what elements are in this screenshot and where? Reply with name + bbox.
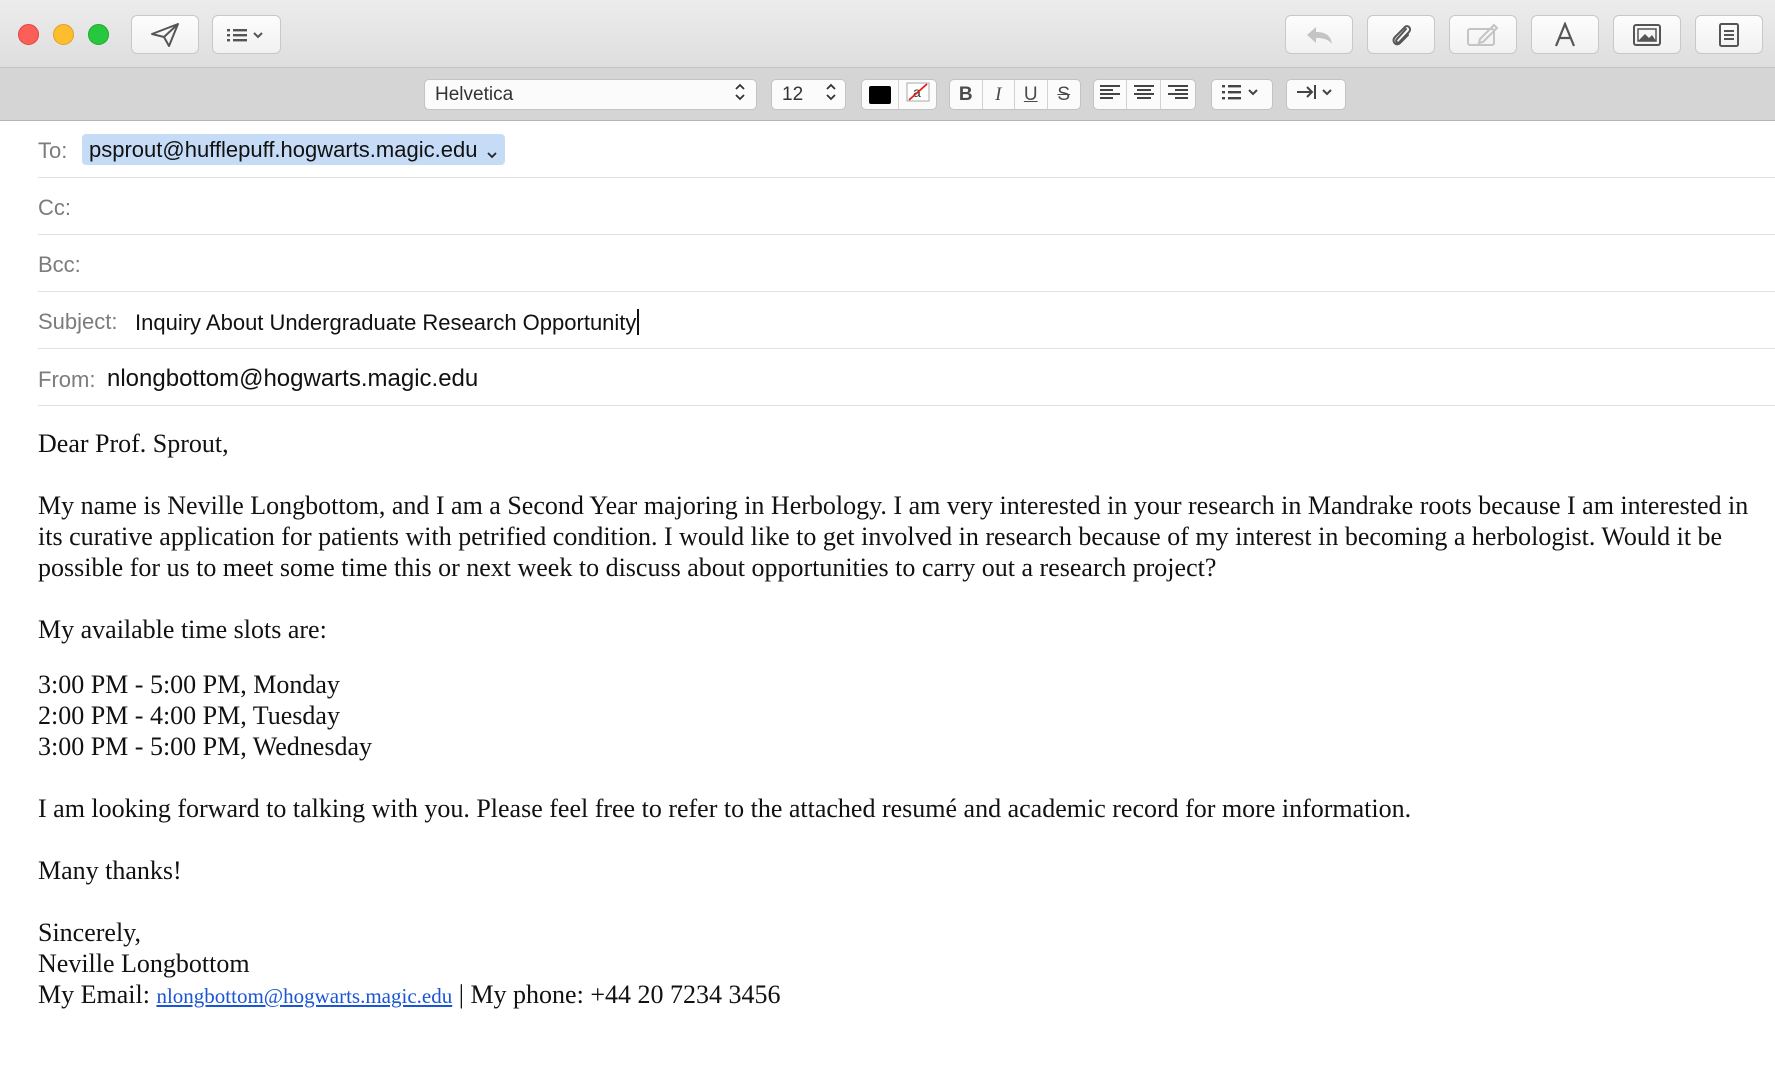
mail-compose-window: Helvetica 12 a B I U S <box>0 0 1775 1073</box>
reply-arrow-icon <box>1304 24 1334 46</box>
photo-browser-icon <box>1632 23 1662 47</box>
bcc-field-row[interactable]: Bcc: <box>38 235 1775 292</box>
from-select[interactable]: nlongbottom@hogwarts.magic.edu <box>107 365 478 393</box>
align-left-icon <box>1100 84 1121 106</box>
send-button[interactable] <box>131 15 199 54</box>
stationery-icon <box>1717 22 1741 48</box>
indent-arrow-icon <box>1295 83 1337 107</box>
slots-intro: My available time slots are: <box>38 615 327 644</box>
attach-button[interactable] <box>1367 15 1435 54</box>
format-bar: Helvetica 12 a B I U S <box>0 67 1775 121</box>
align-center-icon <box>1133 84 1154 106</box>
bulleted-list-icon <box>1221 83 1263 107</box>
underline-button[interactable]: U <box>1015 80 1048 109</box>
align-left-button[interactable] <box>1094 80 1128 109</box>
header-fields-button[interactable] <box>212 15 281 54</box>
align-right-button[interactable] <box>1161 80 1195 109</box>
email-link[interactable]: nlongbottom@hogwarts.magic.edu <box>156 984 452 1008</box>
bcc-label: Bcc: <box>38 252 81 277</box>
text-style-controls: B I U S <box>949 79 1081 110</box>
message-body[interactable]: Dear Prof. Sprout, My name is Neville Lo… <box>38 428 1758 1012</box>
from-field-row: From: nlongbottom@hogwarts.magic.edu <box>38 349 1775 406</box>
phone-text: | My phone: +44 20 7234 3456 <box>452 980 781 1009</box>
font-family-value: Helvetica <box>435 83 514 105</box>
no-background-color-icon: a <box>906 82 930 108</box>
markup-pen-icon <box>1466 23 1500 47</box>
paper-plane-icon <box>150 22 180 48</box>
chevron-down-icon <box>486 136 497 167</box>
greeting: Dear Prof. Sprout, <box>38 429 229 458</box>
up-down-chevron-icon <box>825 82 845 108</box>
text-color-button[interactable] <box>862 80 900 109</box>
list-chevron-icon <box>225 25 269 45</box>
list-style-button[interactable] <box>1212 80 1272 109</box>
reply-button[interactable] <box>1285 15 1353 54</box>
signature-contact: My Email: nlongbottom@hogwarts.magic.edu… <box>38 979 1758 1012</box>
text-cursor <box>637 309 640 335</box>
close-window-button[interactable] <box>18 24 39 45</box>
italic-button[interactable]: I <box>983 80 1015 109</box>
email-prefix: My Email: <box>38 980 157 1009</box>
signoff: Sincerely, <box>38 918 141 947</box>
photo-browser-button[interactable] <box>1613 15 1681 54</box>
color-controls: a <box>861 79 937 110</box>
minimize-window-button[interactable] <box>53 24 74 45</box>
font-family-select[interactable]: Helvetica <box>424 79 757 110</box>
time-slot: 2:00 PM - 4:00 PM, Tuesday <box>38 701 340 730</box>
text-color-swatch <box>869 85 891 104</box>
to-label: To: <box>38 138 68 163</box>
time-slot: 3:00 PM - 5:00 PM, Monday <box>38 670 340 699</box>
time-slot: 3:00 PM - 5:00 PM, Wednesday <box>38 732 372 761</box>
list-controls <box>1211 79 1273 110</box>
to-field-row: To: psprout@hufflepuff.hogwarts.magic.ed… <box>38 121 1775 178</box>
align-center-button[interactable] <box>1127 80 1161 109</box>
alignment-controls <box>1093 79 1196 110</box>
strikethrough-button[interactable]: S <box>1048 80 1080 109</box>
font-size-select[interactable]: 12 <box>771 79 846 110</box>
window-toolbar <box>0 0 1775 67</box>
subject-input[interactable]: Inquiry About Undergraduate Research Opp… <box>135 309 640 336</box>
font-size-value: 12 <box>782 83 804 105</box>
thanks-line: Many thanks! <box>38 856 182 885</box>
indent-controls <box>1286 79 1346 110</box>
paperclip-icon <box>1388 21 1414 49</box>
body-paragraph-2: I am looking forward to talking with you… <box>38 794 1412 823</box>
cc-field-row[interactable]: Cc: <box>38 178 1775 235</box>
signature-name: Neville Longbottom <box>38 949 250 978</box>
zoom-window-button[interactable] <box>88 24 109 45</box>
subject-text: Inquiry About Undergraduate Research Opp… <box>135 310 637 335</box>
background-color-button[interactable]: a <box>899 80 936 109</box>
cc-label: Cc: <box>38 195 71 220</box>
to-recipient-address: psprout@hufflepuff.hogwarts.magic.edu <box>89 137 478 162</box>
from-label: From: <box>38 367 96 392</box>
stationery-button[interactable] <box>1695 15 1763 54</box>
to-recipient-token[interactable]: psprout@hufflepuff.hogwarts.magic.edu <box>82 134 505 165</box>
subject-field-row[interactable]: Subject: Inquiry About Undergraduate Res… <box>38 292 1775 349</box>
align-right-icon <box>1167 84 1188 106</box>
subject-label: Subject: <box>38 309 118 334</box>
format-button[interactable] <box>1531 15 1599 54</box>
font-a-icon <box>1553 21 1577 48</box>
markup-button[interactable] <box>1449 15 1517 54</box>
up-down-chevron-icon <box>734 82 756 108</box>
bold-button[interactable]: B <box>950 80 983 109</box>
body-paragraph-1: My name is Neville Longbottom, and I am … <box>38 491 1749 582</box>
indent-button[interactable] <box>1287 80 1345 109</box>
